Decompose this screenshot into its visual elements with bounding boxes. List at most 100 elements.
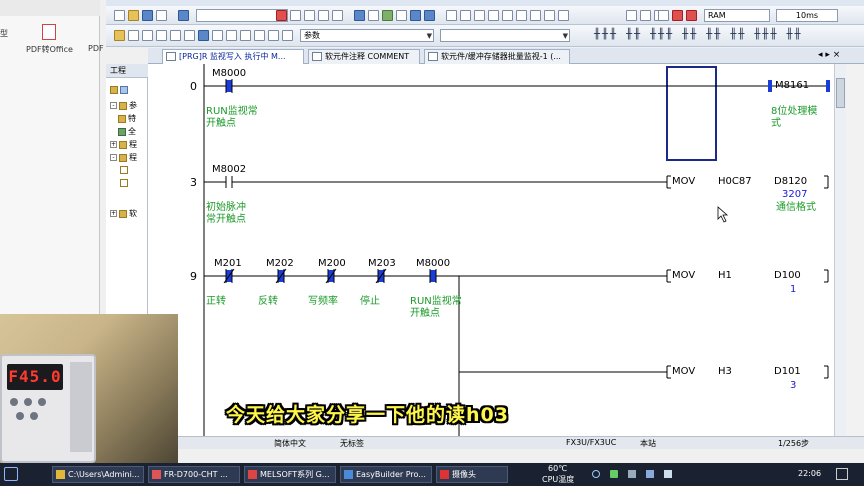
replace-icon[interactable] (368, 10, 379, 21)
ladder-edit-icon[interactable] (516, 10, 527, 21)
taskbar-item-gxworks[interactable]: MELSOFT系列 G... (244, 466, 336, 483)
pdf-to-office-button[interactable]: PDF转Office (26, 44, 73, 55)
ladder-editor[interactable]: 0 M8000 RUN监视常 开触点 M8161 8位处理模式 3 M8002 初… (148, 64, 834, 436)
tab-ladder-program[interactable]: [PRG]R 监视写入 执行中 M... (162, 49, 304, 64)
layout-icon[interactable] (142, 30, 153, 41)
project-view-icon[interactable] (114, 30, 125, 41)
inverter-button (10, 398, 18, 406)
contact-device: M201 (214, 258, 242, 269)
status-step-count: 1/256步 (778, 439, 810, 448)
vertical-scrollbar[interactable] (834, 64, 846, 436)
tray-icon[interactable] (610, 470, 618, 478)
window-icon-3[interactable] (184, 30, 195, 41)
cpu-temperature-label: CPU温度 (542, 475, 575, 484)
device-icon-6[interactable] (282, 30, 293, 41)
verify-icon[interactable] (446, 10, 457, 21)
notification-icon[interactable] (836, 468, 848, 480)
zoom-out-icon[interactable] (640, 10, 651, 21)
write-to-plc-icon[interactable] (410, 10, 421, 21)
watch-icon[interactable] (474, 10, 485, 21)
tab-device-comment[interactable]: 软元件注释 COMMENT (308, 49, 420, 64)
compile-icon[interactable] (382, 10, 393, 21)
tree-item[interactable] (120, 165, 130, 174)
tree-item[interactable]: -程 (110, 152, 137, 163)
simulation-icon[interactable] (488, 10, 499, 21)
monitor-icon[interactable] (460, 10, 471, 21)
parameter-combo[interactable]: 参数 ▼ (300, 29, 434, 42)
contact-device: M8000 (416, 258, 451, 269)
status-language: 简体中文 (274, 439, 306, 448)
tree-item[interactable]: + 程 (110, 139, 137, 150)
taskbar-item-explorer[interactable]: C:\Users\Admini... (52, 466, 144, 483)
ladder-edit-icon-4[interactable] (558, 10, 569, 21)
contact-comment: 初始脉冲 常开触点 (206, 202, 246, 225)
tree-item[interactable]: + 软 (110, 208, 137, 219)
open-folder-icon[interactable] (128, 10, 139, 21)
status-label-mode: 无标签 (340, 439, 364, 448)
device-icon-2[interactable] (226, 30, 237, 41)
device-icon-4[interactable] (254, 30, 265, 41)
dest-comment: 通信格式 (776, 202, 816, 213)
start-icon[interactable] (4, 467, 18, 481)
ladder-edit-icon-3[interactable] (544, 10, 555, 21)
device-list-icon[interactable] (396, 10, 407, 21)
tray-icon[interactable] (592, 470, 600, 478)
network-icon[interactable] (646, 470, 654, 478)
project-tree[interactable]: -参 特 全 + 程 -程 + 软 (106, 80, 148, 280)
volume-icon[interactable] (664, 470, 672, 478)
secondary-combo[interactable]: ▼ (440, 29, 570, 42)
pdf-button[interactable]: PDF (88, 44, 104, 53)
find-icon[interactable] (354, 10, 365, 21)
globe-icon (118, 127, 126, 136)
scrollbar-thumb[interactable] (836, 78, 845, 108)
tree-item[interactable]: -参 (110, 100, 137, 111)
paste-icon[interactable] (304, 10, 315, 21)
ladder-edit-icon-2[interactable] (530, 10, 541, 21)
cut-icon[interactable] (276, 10, 287, 21)
step-icon[interactable] (658, 10, 669, 21)
pdf-icon[interactable] (42, 24, 56, 40)
toolbar-row-2: 参数 ▼ ▼ ╫╫╫ ╫╫ ╫╫╫ ╫╫ ╫╫ ╫╫ ╫╫╫ ╫╫ (106, 25, 864, 47)
folder-icon (119, 153, 127, 162)
new-file-icon[interactable] (114, 10, 125, 21)
ladder-symbol-toolbar[interactable]: ╫╫╫ ╫╫ ╫╫╫ ╫╫ ╫╫ ╫╫ ╫╫╫ ╫╫ (594, 29, 856, 43)
diagnostics-icon[interactable] (502, 10, 513, 21)
instruction-dest: D100 (774, 270, 801, 281)
device-icon[interactable] (212, 30, 223, 41)
tree-item[interactable]: 特 (118, 113, 136, 124)
tree-item[interactable]: 全 (118, 126, 136, 137)
read-from-plc-icon[interactable] (424, 10, 435, 21)
webcam-overlay: F45.0 (0, 314, 178, 463)
window-icon-2[interactable] (170, 30, 181, 41)
copy-icon[interactable] (290, 10, 301, 21)
save-icon[interactable] (142, 10, 153, 21)
taskbar-item-easybuilder[interactable]: EasyBuilder Pro... (340, 466, 432, 483)
device-icon-3[interactable] (240, 30, 251, 41)
program-combo[interactable]: ▼ (196, 9, 288, 22)
melsoft-icon (248, 470, 257, 479)
program-icon (120, 178, 128, 187)
window-icon[interactable] (156, 30, 167, 41)
taskbar-item-camera[interactable]: 摄像头 (436, 466, 508, 483)
tab-batch-monitor[interactable]: 软元件/缓冲存储器批量监视-1 (... (424, 49, 570, 64)
stop-icon[interactable] (672, 10, 683, 21)
undo-icon[interactable] (318, 10, 329, 21)
tree-item[interactable] (120, 178, 130, 187)
taskbar-item-pdf[interactable]: FR-D700-CHT ... (148, 466, 240, 483)
monitor-toggle-icon[interactable] (198, 30, 209, 41)
help-icon[interactable] (178, 10, 189, 21)
tray-icon[interactable] (628, 470, 636, 478)
device-icon-5[interactable] (268, 30, 279, 41)
project-tree-toolbar[interactable] (110, 85, 130, 94)
video-subtitle: 今天给大家分享一下他的读h03 (226, 404, 509, 426)
print-icon[interactable] (156, 10, 167, 21)
edit-cursor (666, 66, 717, 161)
tab-navigation-buttons[interactable]: ◂ ▸ × (818, 50, 840, 60)
zoom-in-icon[interactable] (626, 10, 637, 21)
system-clock[interactable]: 22:06 (798, 469, 821, 478)
run-icon[interactable] (686, 10, 697, 21)
folder-icon (119, 209, 127, 218)
redo-icon[interactable] (332, 10, 343, 21)
tree-toolbar-icon (110, 85, 118, 94)
comment-toggle-icon[interactable] (128, 30, 139, 41)
